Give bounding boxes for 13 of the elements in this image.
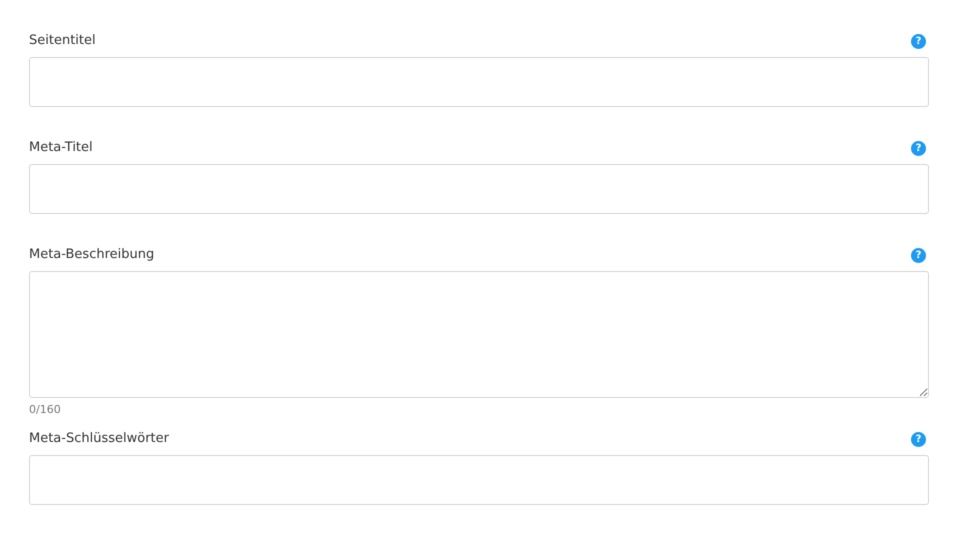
input-field[interactable] [29,164,929,214]
input-field[interactable] [29,57,929,107]
help-icon[interactable]: ? [911,140,926,156]
field-label: Meta-Beschreibung [29,246,154,264]
help-icon[interactable]: ? [911,34,926,48]
input-field[interactable] [29,455,929,505]
text-area[interactable] [29,271,929,398]
help-icon[interactable]: ? [911,248,926,262]
character-counter: 0/160 [29,403,61,417]
field-label: Seitentitel [29,32,96,50]
help-icon[interactable]: ? [911,432,926,446]
field-label: Meta-Titel [29,139,93,157]
field-label: Meta-Schlüsselwörter [29,430,169,448]
